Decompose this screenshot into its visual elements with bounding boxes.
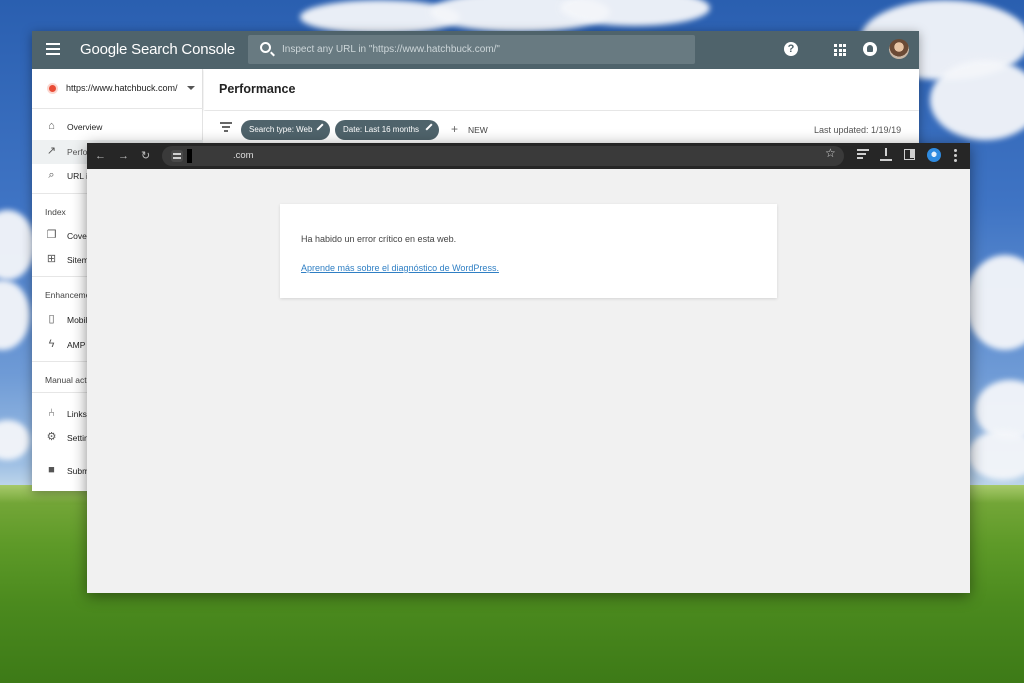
search-console-topbar: Google Search Console ? [32, 31, 919, 69]
back-arrow-icon[interactable]: ← [95, 149, 106, 163]
property-selector[interactable]: https://www.hatchbuck.com/ [32, 69, 203, 109]
chevron-down-icon [187, 86, 195, 90]
performance-header: Performance [204, 69, 919, 110]
last-updated-text: Last updated: 1/19/19 [814, 125, 902, 135]
search-icon: ⌕ [48, 169, 55, 181]
sidebar-item-label: Subm [67, 466, 90, 476]
sidebar-item-label: Perfo [67, 147, 88, 157]
search-icon [260, 42, 271, 53]
error-card: Ha habido un error crítico en esta web. … [280, 204, 777, 298]
property-icon [47, 83, 58, 94]
side-panel-icon[interactable] [904, 149, 915, 160]
sidebar-item-label: Mobil [67, 315, 88, 325]
address-bar[interactable]: .com [162, 146, 844, 166]
section-heading-enhancements: Enhanceme [45, 290, 91, 300]
notifications-icon[interactable] [863, 42, 877, 56]
url-inspect-search[interactable] [248, 35, 695, 64]
hamburger-menu-icon[interactable] [46, 43, 60, 57]
info-icon: ■ [48, 464, 55, 476]
apps-grid-icon[interactable] [834, 44, 846, 56]
download-icon[interactable] [880, 148, 892, 162]
sidebar-item-label: Settin [67, 433, 89, 443]
url-inspect-input[interactable] [282, 35, 682, 64]
redacted-url-mask [187, 149, 192, 163]
cloud [968, 430, 1024, 480]
plus-icon[interactable]: + [451, 123, 458, 135]
reading-list-icon[interactable] [857, 149, 869, 160]
sidebar-item-label: Sitem [67, 255, 89, 265]
sidebar-item-label: Links [67, 409, 87, 419]
filter-bar: Search type: Web Date: Last 16 months + … [204, 111, 919, 143]
copy-icon: ❐ [46, 229, 57, 241]
date-range-chip[interactable]: Date: Last 16 months [335, 120, 439, 140]
sidebar-item-label: Cove [67, 231, 87, 241]
reload-icon[interactable]: ↻ [141, 149, 150, 163]
chip-label: Date: Last 16 months [343, 125, 420, 134]
phone-icon: ▯ [48, 313, 55, 325]
help-icon[interactable]: ? [784, 42, 798, 56]
home-icon: ⌂ [48, 120, 55, 132]
page-title: Performance [219, 82, 296, 96]
bolt-icon: ϟ [48, 338, 55, 350]
chip-label: Search type: Web [249, 125, 313, 134]
forward-arrow-icon[interactable]: → [118, 149, 129, 163]
trending-up-icon: ↗ [46, 145, 57, 157]
sidebar-item-label: AMP [67, 340, 86, 350]
wordpress-debug-link[interactable]: Aprende más sobre el diagnóstico de Word… [301, 263, 499, 273]
gear-icon: ⚙ [46, 431, 57, 443]
browser-toolbar: ← → ↻ .com ☆ [87, 143, 970, 169]
section-heading-manual-actions: Manual acti [45, 375, 89, 385]
section-heading-index: Index [45, 207, 66, 217]
new-filter-button[interactable]: NEW [468, 125, 488, 135]
search-console-logo[interactable]: Google Search Console [80, 41, 235, 58]
browser-window: ← → ↻ .com ☆ Ha habido un error crítico … [87, 143, 970, 593]
filter-icon[interactable] [220, 122, 232, 132]
cloud [965, 255, 1024, 350]
cloud [0, 210, 35, 280]
sidebar-item-label: URL i [67, 171, 88, 181]
edit-icon [425, 123, 433, 131]
cloud [930, 60, 1024, 140]
error-message: Ha habido un error crítico en esta web. [301, 234, 457, 244]
cloud [0, 280, 30, 350]
url-text: .com [233, 150, 254, 161]
more-menu-icon[interactable] [954, 149, 957, 162]
profile-icon[interactable] [927, 148, 941, 162]
star-icon[interactable]: ☆ [825, 146, 836, 160]
property-label: https://www.hatchbuck.com/ [66, 83, 178, 93]
edit-icon [316, 123, 324, 131]
avatar[interactable] [889, 39, 909, 59]
site-info-icon[interactable] [171, 150, 183, 162]
links-icon: ⑃ [48, 407, 55, 419]
search-type-chip[interactable]: Search type: Web [241, 120, 330, 140]
sitemap-icon: ⊞ [46, 253, 57, 265]
sidebar-item-overview[interactable]: ⌂ Overview [32, 115, 203, 139]
sidebar-item-label: Overview [67, 122, 103, 132]
cloud [0, 420, 30, 460]
